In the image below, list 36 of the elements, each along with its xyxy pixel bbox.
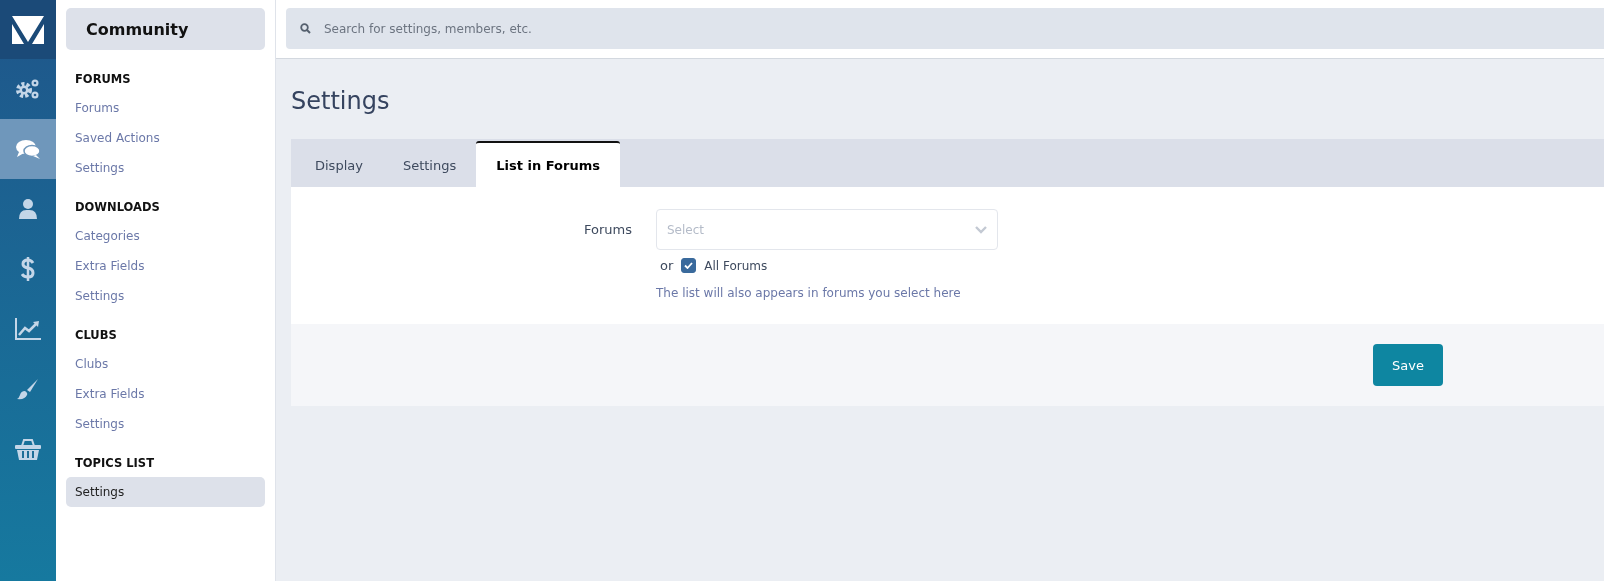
field-label: Forums (583, 221, 633, 239)
sidebar-item[interactable]: Forums (66, 93, 265, 123)
sidebar-item[interactable]: Extra Fields (66, 251, 265, 281)
logo-icon[interactable] (0, 0, 56, 59)
section-heading: TOPICS LIST (74, 456, 155, 472)
section-heading: CLUBS (74, 328, 118, 344)
search-field[interactable]: Search for settings, members, etc. (286, 8, 1604, 49)
basket-icon (15, 438, 41, 460)
sidebar-item[interactable]: Clubs (66, 349, 265, 379)
user-icon (19, 199, 37, 219)
checkbox[interactable] (681, 258, 697, 273)
sidebar-title: Community (66, 8, 265, 50)
section-heading: DOWNLOADS (74, 200, 161, 216)
page-title: Settings (291, 87, 391, 115)
sidebar-item[interactable]: Settings (66, 153, 265, 183)
sidebar-item[interactable]: Settings (66, 281, 265, 311)
dollar-icon (21, 257, 35, 281)
sidebar-item[interactable]: Settings (66, 477, 265, 507)
or-text: or (660, 258, 674, 273)
search-icon (300, 23, 311, 34)
tab[interactable]: Settings (382, 143, 477, 187)
gears-icon (15, 77, 41, 101)
chat-icon (15, 138, 41, 160)
sidebar-item[interactable]: Settings (66, 409, 265, 439)
tab[interactable]: Display (295, 143, 383, 187)
field-hint: The list will also appears in forums you select here (656, 286, 962, 300)
line-chart-icon (15, 318, 41, 340)
sidebar-item[interactable]: Categories (66, 221, 265, 251)
save-button[interactable]: Save (1373, 344, 1443, 386)
section-heading: FORUMS (74, 72, 132, 88)
check-icon (684, 262, 694, 269)
checkbox-label: All Forums (704, 258, 768, 273)
sidebar-item[interactable]: Saved Actions (66, 123, 265, 153)
tab[interactable]: List in Forums (476, 141, 620, 187)
chevron-down-icon (975, 225, 987, 234)
sidebar-item[interactable]: Extra Fields (66, 379, 265, 409)
